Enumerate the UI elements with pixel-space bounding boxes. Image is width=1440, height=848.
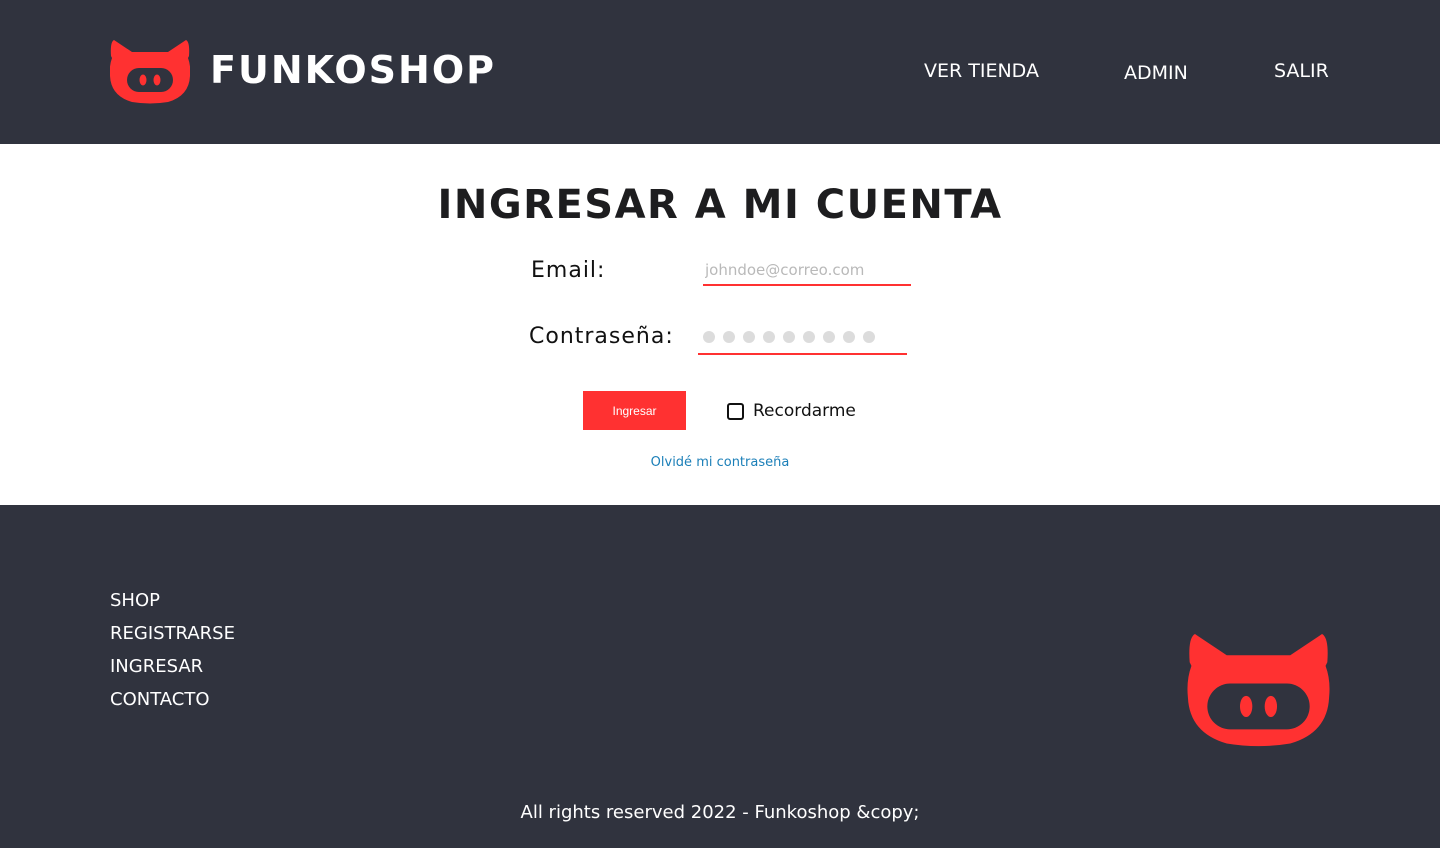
footer-link-registrarse[interactable]: REGISTRARSE	[110, 623, 235, 644]
footer-logo	[1186, 627, 1331, 747]
login-section: INGRESAR A MI CUENTA Email: Contraseña: …	[0, 144, 1440, 505]
email-field[interactable]	[703, 256, 911, 286]
forgot-password-link[interactable]: Olvidé mi contraseña	[651, 455, 790, 470]
logo-text: FUNKOSHOP	[210, 48, 496, 92]
remember-me[interactable]: Recordarme	[727, 401, 856, 421]
site-header: FUNKOSHOP VER TIENDA ADMIN SALIR	[0, 0, 1440, 144]
footer-nav: SHOP REGISTRARSE INGRESAR CONTACTO	[110, 590, 235, 722]
remember-checkbox[interactable]	[727, 402, 744, 420]
footer-link-shop[interactable]: SHOP	[110, 590, 160, 611]
site-logo[interactable]: FUNKOSHOP	[110, 36, 496, 104]
footer-nav-item: INGRESAR	[110, 656, 235, 689]
footer-nav-item: CONTACTO	[110, 689, 235, 722]
password-field[interactable]	[698, 324, 907, 355]
copyright-text: All rights reserved 2022 - Funkoshop &co…	[520, 802, 920, 823]
nav-salir[interactable]: SALIR	[1274, 60, 1329, 82]
cat-pig-icon	[110, 40, 190, 104]
remember-label: Recordarme	[753, 401, 856, 421]
footer-nav-item: REGISTRARSE	[110, 623, 235, 656]
footer-link-contacto[interactable]: CONTACTO	[110, 689, 210, 710]
footer-link-ingresar[interactable]: INGRESAR	[110, 656, 203, 677]
footer-nav-item: SHOP	[110, 590, 235, 623]
site-footer: SHOP REGISTRARSE INGRESAR CONTACTO All r…	[0, 505, 1440, 848]
cat-pig-icon	[1187, 634, 1330, 747]
password-label: Contraseña:	[529, 324, 674, 349]
nav-ver-tienda[interactable]: VER TIENDA	[924, 60, 1039, 82]
submit-button[interactable]: Ingresar	[583, 391, 686, 430]
page-title: INGRESAR A MI CUENTA	[437, 182, 1003, 228]
forgot-container: Olvidé mi contraseña	[0, 453, 1440, 471]
nav-admin[interactable]: ADMIN	[1124, 62, 1188, 84]
email-label: Email:	[531, 258, 606, 283]
